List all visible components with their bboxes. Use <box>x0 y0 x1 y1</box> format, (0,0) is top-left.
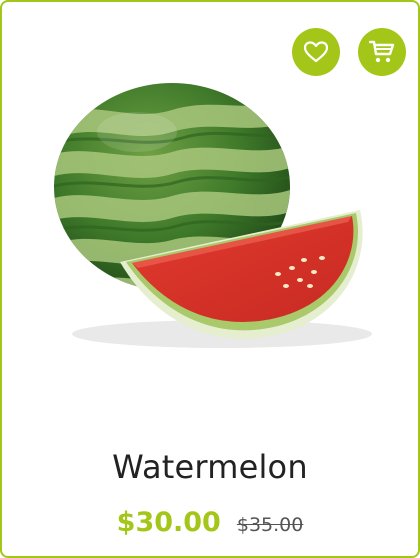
add-to-cart-button[interactable] <box>358 28 406 76</box>
current-price: $30.00 <box>116 507 221 538</box>
product-name: Watermelon <box>112 448 308 486</box>
watermelon-image <box>54 83 372 348</box>
original-price: $35.00 <box>236 514 304 536</box>
product-card[interactable]: Watermelon $30.00 $35.00 <box>0 0 420 558</box>
price-row: $30.00 $35.00 <box>2 507 418 538</box>
shopping-cart-icon <box>368 40 395 63</box>
heart-icon <box>303 41 329 63</box>
wishlist-button[interactable] <box>292 28 340 76</box>
